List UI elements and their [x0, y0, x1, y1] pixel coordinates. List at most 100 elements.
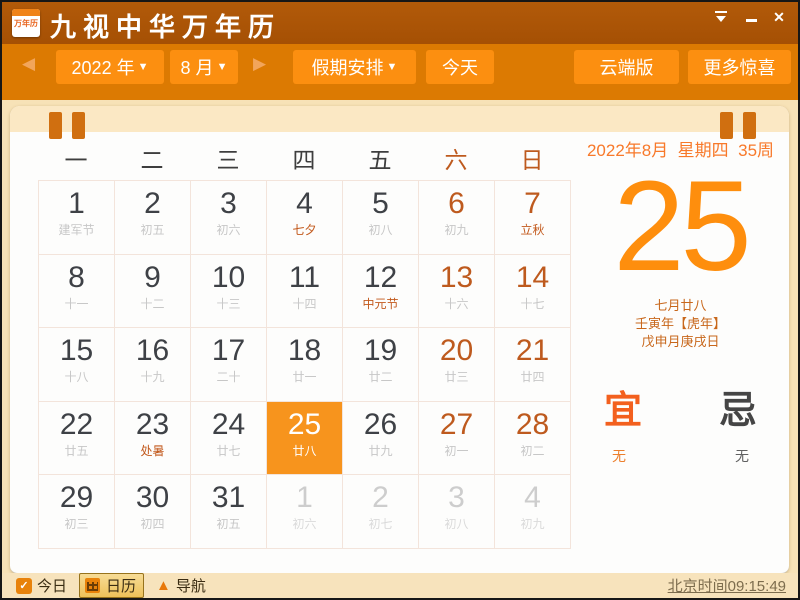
day-lunar: 十四: [267, 295, 342, 312]
binder-ring: [72, 112, 85, 139]
calendar-day-cell[interactable]: 25廿八: [267, 402, 343, 476]
calendar-day-cell[interactable]: 11十四: [267, 255, 343, 329]
calendar-day-cell[interactable]: 17二十: [191, 328, 267, 402]
day-number: 2: [115, 188, 190, 220]
caret-down-icon: ▼: [138, 61, 149, 73]
skin-menu-button[interactable]: [710, 8, 732, 26]
day-number: 2: [343, 482, 418, 514]
day-lunar: 处暑: [115, 442, 190, 459]
day-lunar: 十六: [419, 295, 494, 312]
day-lunar: 廿八: [267, 442, 342, 459]
calendar-day-cell[interactable]: 28初二: [495, 402, 571, 476]
day-lunar: 廿二: [343, 368, 418, 385]
check-icon: ✓: [16, 578, 32, 594]
cloud-version-button[interactable]: 云端版: [574, 50, 679, 84]
day-lunar: 二十: [191, 368, 266, 385]
close-button[interactable]: ✕: [768, 8, 790, 26]
month-select-button[interactable]: 8 月 ▼: [170, 50, 238, 84]
calendar-day-cell[interactable]: 19廿二: [343, 328, 419, 402]
day-lunar: 十九: [115, 368, 190, 385]
prev-month-button[interactable]: ◀: [22, 54, 35, 74]
minimize-button[interactable]: [740, 8, 762, 26]
calendar-day-cell[interactable]: 1建军节: [39, 181, 115, 255]
minimize-icon: [746, 19, 757, 22]
calendar-day-cell[interactable]: 2初五: [115, 181, 191, 255]
day-number: 15: [39, 335, 114, 367]
day-number: 28: [495, 409, 570, 441]
calendar-day-cell[interactable]: 13十六: [419, 255, 495, 329]
weekday-label: 一: [38, 142, 114, 178]
yi-ji-labels: 宜 忌: [572, 379, 789, 434]
calendar-day-cell[interactable]: 14十七: [495, 255, 571, 329]
panel-lunar-info: 七月廿八 壬寅年【虎年】 戊申月庚戌日: [572, 297, 789, 351]
statusbar-calendar-item[interactable]: 日历: [79, 573, 144, 598]
day-lunar: 初八: [419, 515, 494, 532]
calendar-day-cell[interactable]: 27初一: [419, 402, 495, 476]
calendar-day-cell[interactable]: 4七夕: [267, 181, 343, 255]
more-surprises-button[interactable]: 更多惊喜: [688, 50, 791, 84]
calendar-day-cell[interactable]: 3初六: [191, 181, 267, 255]
day-lunar: 七夕: [267, 221, 342, 238]
calendar-day-cell[interactable]: 4初九: [495, 475, 571, 549]
weekday-label: 三: [190, 142, 266, 178]
day-number: 12: [343, 262, 418, 294]
calendar-day-cell[interactable]: 16十九: [115, 328, 191, 402]
chevron-down-icon: [716, 16, 726, 22]
day-lunar: 廿七: [191, 442, 266, 459]
calendar-day-cell[interactable]: 10十三: [191, 255, 267, 329]
calendar-day-cell[interactable]: 24廿七: [191, 402, 267, 476]
next-month-button[interactable]: ▶: [253, 54, 266, 74]
day-number: 21: [495, 335, 570, 367]
year-select-button[interactable]: 2022 年 ▼: [56, 50, 164, 84]
calendar-day-cell[interactable]: 3初八: [419, 475, 495, 549]
calendar-day-cell[interactable]: 18廿一: [267, 328, 343, 402]
day-lunar: 廿三: [419, 368, 494, 385]
calendar-day-cell[interactable]: 7立秋: [495, 181, 571, 255]
calendar-day-cell[interactable]: 6初九: [419, 181, 495, 255]
day-lunar: 廿四: [495, 368, 570, 385]
day-lunar: 初九: [495, 515, 570, 532]
ji-value: 无: [735, 446, 749, 466]
day-number: 27: [419, 409, 494, 441]
calendar-day-cell[interactable]: 30初四: [115, 475, 191, 549]
day-number: 5: [343, 188, 418, 220]
holiday-schedule-button[interactable]: 假期安排 ▼: [293, 50, 416, 84]
statusbar-today-item[interactable]: ✓ 今日: [16, 575, 67, 596]
calendar-day-cell[interactable]: 5初八: [343, 181, 419, 255]
weekday-label: 二: [114, 142, 190, 178]
calendar-day-cell[interactable]: 29初三: [39, 475, 115, 549]
calendar-day-cell[interactable]: 12中元节: [343, 255, 419, 329]
calendar-day-cell[interactable]: 2初七: [343, 475, 419, 549]
today-button[interactable]: 今天: [426, 50, 494, 84]
beijing-time-clock[interactable]: 北京时间09:15:49: [668, 575, 786, 596]
ganzhi-year: 壬寅年【虎年】: [572, 315, 789, 333]
calendar-day-cell[interactable]: 31初五: [191, 475, 267, 549]
binder-ring: [49, 112, 62, 139]
calendar-day-cell[interactable]: 21廿四: [495, 328, 571, 402]
calendar-day-cell[interactable]: 8十一: [39, 255, 115, 329]
app-logo-icon: 万年历: [12, 9, 40, 37]
calendar-day-cell[interactable]: 9十二: [115, 255, 191, 329]
day-detail-panel: 2022年8月 星期四 35周 25 七月廿八 壬寅年【虎年】 戊申月庚戌日 宜…: [572, 136, 789, 466]
calendar-day-cell[interactable]: 15十八: [39, 328, 115, 402]
calendar-day-cell[interactable]: 20廿三: [419, 328, 495, 402]
ji-label: 忌: [719, 379, 757, 434]
binder-ring: [720, 112, 733, 139]
day-number: 4: [267, 188, 342, 220]
weekday-label: 五: [342, 142, 418, 178]
calendar-day-cell[interactable]: 26廿九: [343, 402, 419, 476]
day-lunar: 建军节: [39, 221, 114, 238]
day-number: 4: [495, 482, 570, 514]
calendar-day-cell[interactable]: 22廿五: [39, 402, 115, 476]
day-number: 13: [419, 262, 494, 294]
day-lunar: 初三: [39, 515, 114, 532]
day-number: 18: [267, 335, 342, 367]
day-number: 8: [39, 262, 114, 294]
panel-big-day: 25: [572, 163, 789, 291]
statusbar-navigate-item[interactable]: ▲ 导航: [156, 575, 206, 596]
weekday-label: 四: [266, 142, 342, 178]
calendar-day-cell[interactable]: 23处暑: [115, 402, 191, 476]
title-bar: 万年历 九视中华万年历 ✕: [2, 2, 798, 44]
calendar-day-cell[interactable]: 1初六: [267, 475, 343, 549]
app-logo-band: [12, 9, 40, 16]
